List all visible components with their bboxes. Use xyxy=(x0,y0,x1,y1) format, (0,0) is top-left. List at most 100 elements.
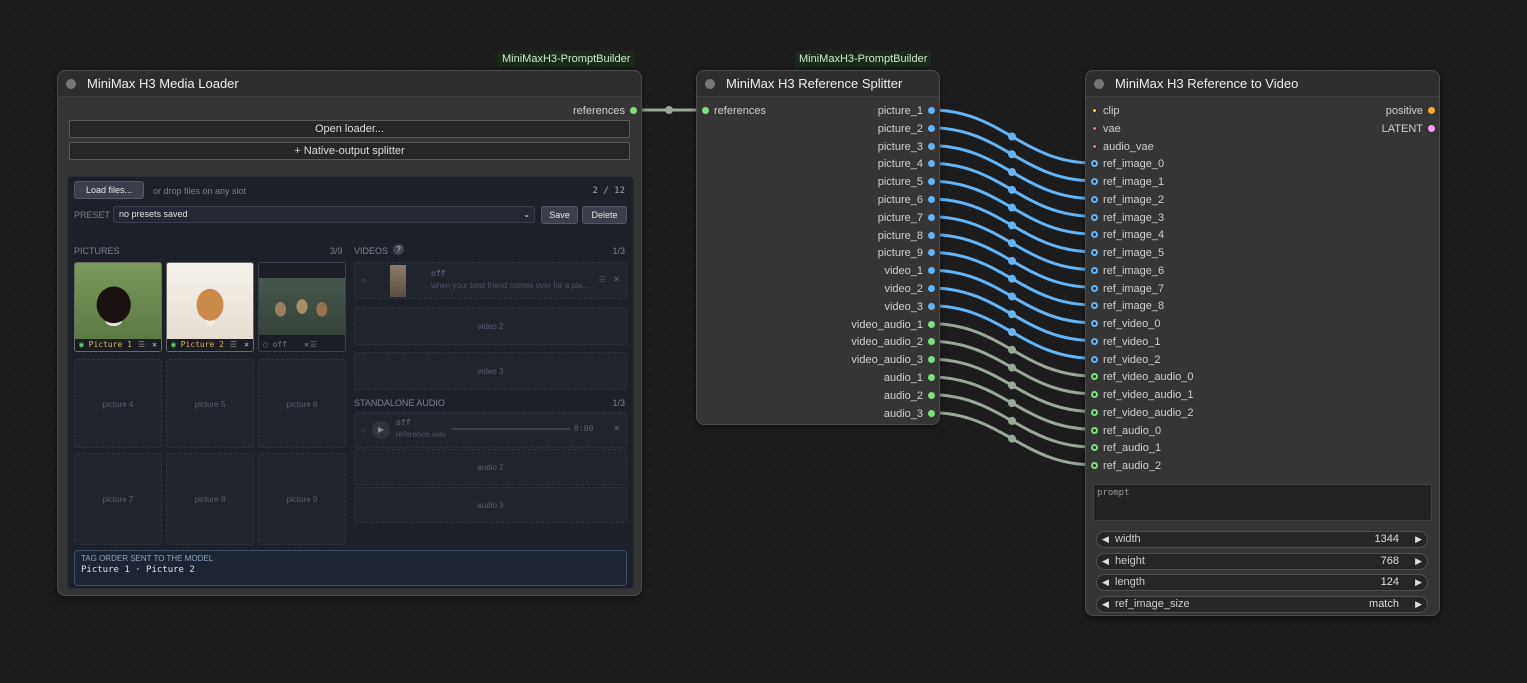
widget-height[interactable]: ◀ height 768 ▶ xyxy=(1096,552,1428,570)
close-icon[interactable]: ✕ xyxy=(613,275,620,284)
audio-progress-bar[interactable] xyxy=(452,428,570,430)
output-slot-picture_1[interactable] xyxy=(928,107,935,114)
input-slot-ref_video_audio_0[interactable] xyxy=(1091,373,1098,381)
load-files-button[interactable]: Load files... xyxy=(74,181,144,199)
link-midpoint[interactable] xyxy=(1008,399,1016,408)
audio-slot-empty[interactable]: audio 2 xyxy=(354,449,627,485)
link-midpoint[interactable] xyxy=(1008,345,1016,354)
menu-icon[interactable]: ☰ xyxy=(310,339,317,351)
node-header[interactable]: MiniMax H3 Media Loader xyxy=(58,71,641,97)
picture-slot-2[interactable]: ◉ Picture 2 ☰ ✕ xyxy=(166,262,254,352)
picture-slot-1[interactable]: ◉ Picture 1 ☰ ✕ xyxy=(74,262,162,352)
output-slot-references[interactable] xyxy=(630,107,637,114)
output-slot-audio_3[interactable] xyxy=(928,409,935,417)
input-slot-clip[interactable] xyxy=(1091,107,1098,114)
output-slot-video_3[interactable] xyxy=(928,302,935,310)
input-slot-ref_video_audio_2[interactable] xyxy=(1091,408,1098,416)
output-slot-picture_7[interactable] xyxy=(928,213,935,221)
widget-length[interactable]: ◀ length 124 ▶ xyxy=(1096,574,1428,591)
input-slot-ref_video_2[interactable] xyxy=(1091,355,1098,363)
node-header[interactable]: MiniMax H3 Reference to Video xyxy=(1086,71,1439,97)
link-midpoint[interactable] xyxy=(1008,434,1016,443)
link-midpoint[interactable] xyxy=(1008,239,1016,248)
output-slot-video_1[interactable] xyxy=(928,267,935,275)
collapse-dot[interactable] xyxy=(1094,78,1104,89)
video-slot-1[interactable]: ○ off when your best friend comes over f… xyxy=(354,262,627,299)
menu-icon[interactable]: ☰ xyxy=(599,275,606,284)
increment-arrow-icon[interactable]: ▶ xyxy=(1415,554,1422,569)
decrement-arrow-icon[interactable]: ◀ xyxy=(1102,532,1109,547)
widget-ref-image-size[interactable]: ◀ ref_image_size match ▶ xyxy=(1096,595,1428,613)
output-slot-video_audio_1[interactable] xyxy=(928,320,935,328)
input-slot-ref_image_5[interactable] xyxy=(1091,249,1098,256)
link-midpoint[interactable] xyxy=(1008,168,1016,177)
preset-select[interactable]: no presets saved ⌄ xyxy=(113,206,535,223)
input-slot-ref_video_audio_1[interactable] xyxy=(1091,391,1098,398)
widget-width[interactable]: ◀ width 1344 ▶ xyxy=(1096,531,1428,548)
input-slot-ref_image_6[interactable] xyxy=(1091,266,1098,274)
help-icon[interactable]: ? xyxy=(393,244,404,255)
output-slot-picture_6[interactable] xyxy=(928,196,935,203)
input-slot-ref_image_8[interactable] xyxy=(1091,302,1098,310)
link-midpoint[interactable] xyxy=(1008,132,1016,141)
output-slot-picture_5[interactable] xyxy=(928,178,935,186)
output-slot-picture_3[interactable] xyxy=(928,142,935,150)
picture-slot-empty[interactable]: picture 8 xyxy=(166,453,254,545)
picture-slot-empty[interactable]: picture 7 xyxy=(74,453,162,545)
close-icon[interactable]: ✕ xyxy=(304,339,309,351)
output-slot-video_audio_2[interactable] xyxy=(928,338,935,346)
preset-save-button[interactable]: Save xyxy=(541,206,578,224)
menu-icon[interactable]: ☰ xyxy=(230,339,237,351)
picture-slot-empty[interactable]: picture 6 xyxy=(258,359,346,448)
link-midpoint[interactable] xyxy=(1008,381,1016,390)
audio-slot-1[interactable]: ○ ▶ off reference.wav 0:00 ✕ xyxy=(354,412,627,448)
link-midpoint[interactable] xyxy=(1008,416,1016,425)
output-slot-video_audio_3[interactable] xyxy=(928,356,935,364)
input-slot-ref_image_3[interactable] xyxy=(1091,213,1098,221)
picture-slot-empty[interactable]: picture 4 xyxy=(74,359,162,448)
input-slot-ref_image_2[interactable] xyxy=(1091,195,1098,203)
reference-splitter-node[interactable]: MiniMax H3 Reference Splitter references… xyxy=(696,70,940,425)
input-slot-ref_image_4[interactable] xyxy=(1091,231,1098,239)
increment-arrow-icon[interactable]: ▶ xyxy=(1415,532,1422,547)
picture-slot-empty[interactable]: picture 9 xyxy=(258,453,346,545)
decrement-arrow-icon[interactable]: ◀ xyxy=(1102,597,1109,612)
close-icon[interactable]: ✕ xyxy=(613,424,620,433)
decrement-arrow-icon[interactable]: ◀ xyxy=(1102,554,1109,569)
input-slot-references[interactable] xyxy=(702,107,709,114)
link-midpoint[interactable] xyxy=(1008,221,1016,230)
picture-slot-3[interactable]: ○ off ☰ ✕ xyxy=(258,262,346,352)
video-slot-empty[interactable]: video 2 xyxy=(354,307,627,345)
output-slot-audio_1[interactable] xyxy=(928,374,935,381)
output-slot-latent[interactable] xyxy=(1428,125,1435,132)
close-icon[interactable]: ✕ xyxy=(244,339,249,351)
decrement-arrow-icon[interactable]: ◀ xyxy=(1102,575,1109,590)
link-midpoint[interactable] xyxy=(1008,328,1016,337)
play-icon[interactable]: ▶ xyxy=(372,421,390,439)
link-midpoint[interactable] xyxy=(1008,203,1016,212)
link-midpoint[interactable] xyxy=(1008,185,1016,194)
link-midpoint[interactable] xyxy=(1008,363,1016,372)
prompt-textarea[interactable]: prompt xyxy=(1093,484,1432,521)
collapse-dot[interactable] xyxy=(66,78,76,89)
reference-to-video-node[interactable]: MiniMax H3 Reference to Video clip vae aud… xyxy=(1085,70,1440,616)
link-midpoint[interactable] xyxy=(1008,150,1016,159)
output-slot-positive[interactable] xyxy=(1428,107,1435,114)
media-loader-node[interactable]: MiniMax H3 Media Loader references Open … xyxy=(57,70,642,596)
link-midpoint[interactable] xyxy=(1008,274,1016,283)
node-header[interactable]: MiniMax H3 Reference Splitter xyxy=(697,71,939,97)
input-slot-ref_audio_2[interactable] xyxy=(1091,462,1098,469)
audio-slot-empty[interactable]: audio 3 xyxy=(354,487,627,523)
open-loader-button[interactable]: Open loader... xyxy=(69,120,630,138)
output-slot-picture_4[interactable] xyxy=(928,160,935,168)
input-slot-ref_audio_1[interactable] xyxy=(1091,444,1098,452)
input-slot-ref_image_0[interactable] xyxy=(1091,160,1098,168)
input-slot-ref_audio_0[interactable] xyxy=(1091,426,1098,434)
input-slot-vae[interactable] xyxy=(1091,124,1098,132)
link-midpoint[interactable] xyxy=(1008,256,1016,265)
increment-arrow-icon[interactable]: ▶ xyxy=(1415,597,1422,612)
input-slot-ref_video_1[interactable] xyxy=(1091,337,1098,345)
menu-icon[interactable]: ☰ xyxy=(138,339,145,351)
input-slot-ref_video_0[interactable] xyxy=(1091,320,1098,327)
output-slot-audio_2[interactable] xyxy=(928,391,935,399)
